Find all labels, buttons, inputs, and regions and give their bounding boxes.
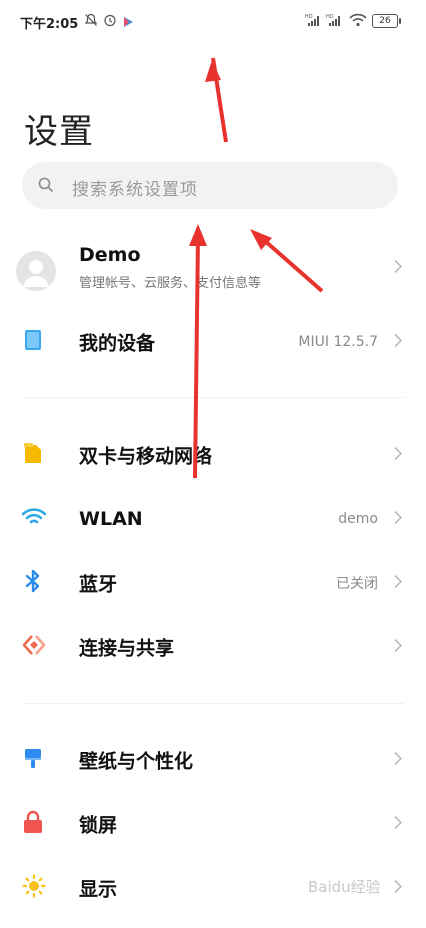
chevron-right-icon [394, 815, 403, 834]
chevron-right-icon [394, 879, 403, 898]
item-label: 双卡与移动网络 [79, 445, 213, 468]
item-label: 我的设备 [79, 332, 156, 355]
search-placeholder: 搜索系统设置项 [72, 180, 198, 200]
item-label: 蓝牙 [79, 573, 118, 596]
alarm-icon [103, 12, 117, 31]
annotation-arrow-up [205, 57, 228, 143]
page-title: 设置 [24, 112, 94, 152]
wifi-icon [21, 507, 47, 531]
chevron-right-icon [394, 751, 403, 770]
settings-item-wlan[interactable]: WLAN demo [0, 489, 426, 549]
chevron-right-icon [394, 638, 403, 657]
chevron-right-icon [394, 259, 403, 278]
settings-item-wallpaper[interactable]: 壁纸与个性化 [0, 730, 426, 790]
search-bar[interactable]: 搜索系统设置项 [22, 162, 398, 209]
search-icon [38, 177, 54, 197]
wifi-status-icon [349, 12, 367, 31]
svg-text:HD: HD [326, 14, 334, 20]
item-label: 连接与共享 [79, 637, 175, 660]
lock-icon [22, 810, 44, 838]
item-label: 显示 [79, 878, 118, 901]
item-value: 已关闭 [336, 576, 378, 592]
account-row[interactable]: Demo 管理帐号、云服务、支付信息等 [0, 244, 426, 300]
account-name: Demo [79, 244, 141, 266]
item-value: MIUI 12.5.7 [298, 334, 378, 350]
item-value: demo [338, 511, 378, 527]
battery-indicator: 26 [372, 14, 401, 28]
account-subtitle: 管理帐号、云服务、支付信息等 [79, 276, 262, 291]
signal-1-icon: HD [305, 12, 323, 31]
avatar [16, 251, 56, 291]
mute-icon [84, 12, 98, 31]
play-store-icon [123, 13, 134, 32]
device-icon [22, 329, 44, 355]
chevron-right-icon [394, 574, 403, 593]
settings-item-lock-screen[interactable]: 锁屏 [0, 794, 426, 854]
item-label: 锁屏 [79, 814, 118, 837]
chevron-right-icon [394, 510, 403, 529]
settings-item-my-device[interactable]: 我的设备 MIUI 12.5.7 [0, 312, 426, 372]
brightness-icon [22, 874, 46, 902]
svg-text:HD: HD [305, 14, 313, 20]
bluetooth-icon [22, 569, 44, 597]
settings-item-connection-sharing[interactable]: 连接与共享 [0, 617, 426, 677]
section-divider [22, 703, 404, 704]
chevron-right-icon [394, 333, 403, 352]
wallpaper-icon [22, 747, 44, 773]
section-divider [22, 397, 404, 398]
settings-item-bluetooth[interactable]: 蓝牙 已关闭 [0, 553, 426, 613]
signal-2-icon: HD [326, 12, 344, 31]
item-label: 壁纸与个性化 [79, 750, 194, 773]
item-label: WLAN [79, 508, 143, 530]
connection-sharing-icon [22, 634, 46, 660]
settings-item-sim-network[interactable]: 双卡与移动网络 [0, 425, 426, 485]
sim-icon [22, 442, 44, 468]
status-bar: 下午2:05 HD HD 26 [0, 0, 426, 40]
chevron-right-icon [394, 446, 403, 465]
watermark: Baidu经验 [308, 878, 381, 896]
status-time: 下午2:05 [20, 17, 79, 32]
